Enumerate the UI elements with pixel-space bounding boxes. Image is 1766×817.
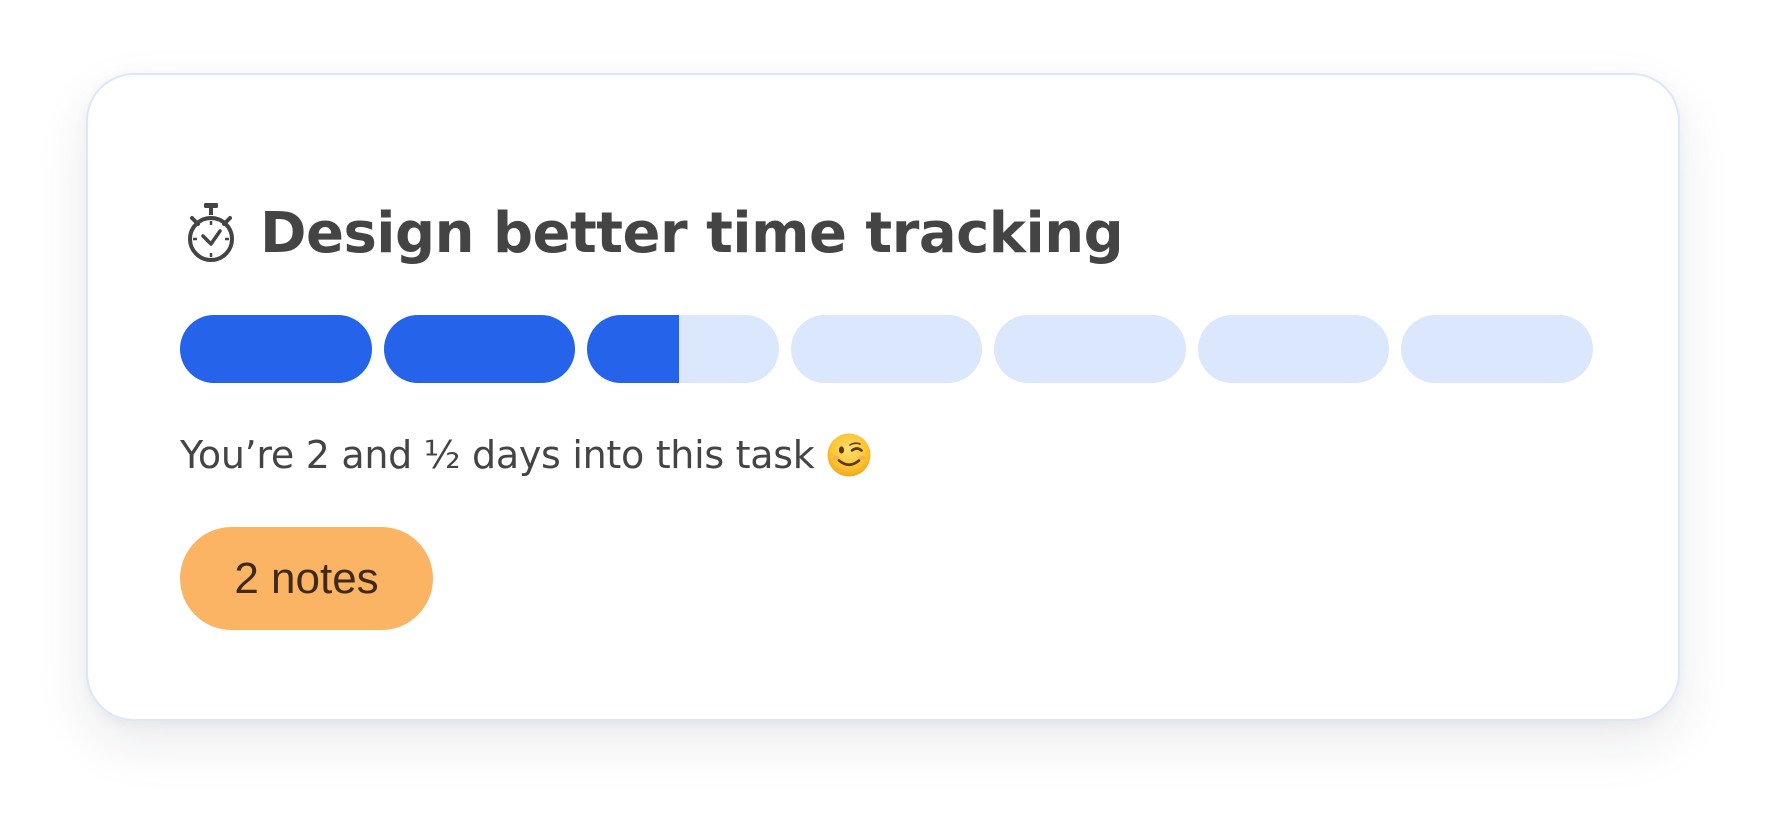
notes-button-label: 2 notes xyxy=(234,553,379,603)
task-header: Design better time tracking xyxy=(184,193,1124,273)
progress-segment xyxy=(994,315,1186,383)
progress-segment-fill xyxy=(180,315,372,383)
progress-status: You’re 2 and ½ days into this task xyxy=(180,427,872,483)
stopwatch-icon xyxy=(184,201,238,265)
progress-segment xyxy=(790,315,983,383)
progress-segment xyxy=(1197,315,1390,383)
task-title: Design better time tracking xyxy=(260,200,1124,266)
progress-segment xyxy=(383,315,576,383)
progress-segment xyxy=(1401,315,1594,383)
progress-segment-fill xyxy=(383,315,576,383)
progress-segment xyxy=(180,315,372,383)
winking-face-icon xyxy=(826,432,872,478)
notes-button[interactable]: 2 notes xyxy=(180,527,433,630)
task-card: Design better time tracking You’re 2 and… xyxy=(86,73,1680,721)
progress-segment-fill xyxy=(587,315,680,383)
progress-bar xyxy=(180,315,1594,383)
progress-segment xyxy=(587,315,779,383)
status-text: You’re 2 and ½ days into this task xyxy=(180,433,815,477)
